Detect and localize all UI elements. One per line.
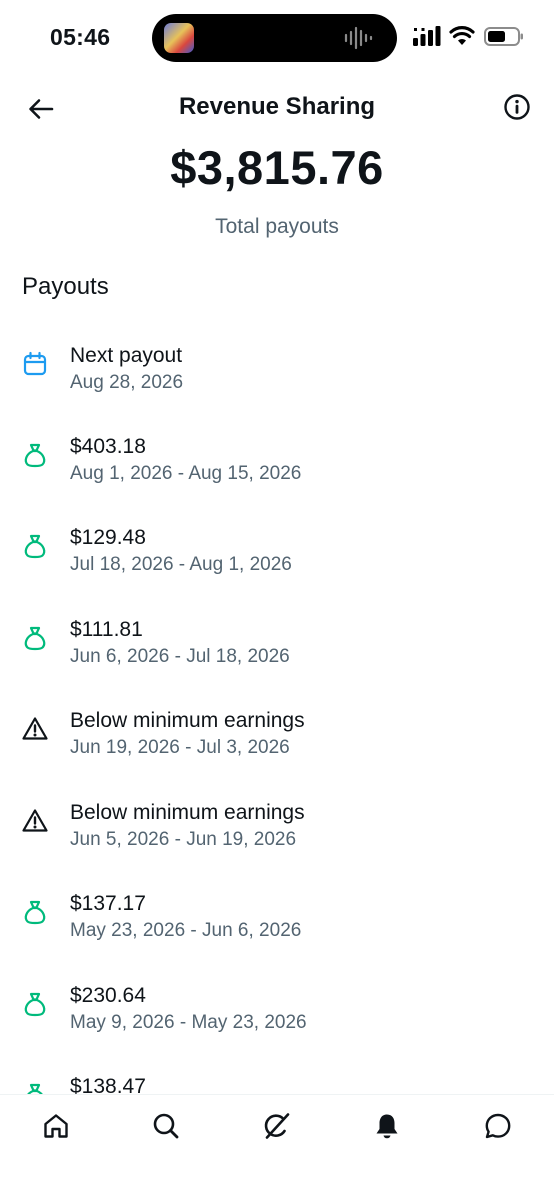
search-icon [153,1113,179,1139]
page-title: Revenue Sharing [178,93,376,120]
payout-date-range: May 9, 2026 - May 23, 2026 [70,1012,307,1033]
payouts-list: Next payout Aug 28, 2026 $403.18 Aug 1, … [0,340,554,1096]
payout-row: $230.64 May 9, 2026 - May 23, 2026 [0,980,554,1050]
status-time: 05:46 [50,24,111,50]
calendar-icon [23,351,47,376]
payout-row: $138.47 [0,1071,554,1096]
status-bar: 05:46 [0,0,554,76]
grok-icon [264,1113,290,1139]
payout-date-range: Jul 18, 2026 - Aug 1, 2026 [70,554,292,575]
battery-icon [484,27,523,46]
nav-grok[interactable] [260,1109,294,1143]
payout-row: Below minimum earnings Jun 19, 2026 - Ju… [0,705,554,775]
money-bag-icon [24,534,46,559]
audio-wave-icon [344,26,373,50]
money-bag-icon [24,443,46,468]
payout-amount: $137.17 [70,892,146,915]
total-payouts-amount: $3,815.76 [170,141,384,194]
now-playing-app-icon [164,23,194,53]
payout-date-range: Aug 1, 2026 - Aug 15, 2026 [70,463,302,484]
nav-notifications[interactable] [370,1109,404,1143]
payout-amount: $111.81 [70,618,143,641]
wifi-icon [449,26,475,45]
total-payouts-label: Total payouts [215,215,339,238]
payout-date: Aug 28, 2026 [70,372,184,393]
payout-status: Below minimum earnings [70,801,305,824]
notifications-icon [376,1114,398,1139]
warning-icon [22,809,48,832]
money-bag-icon [24,626,46,651]
payout-amount: $129.48 [70,526,146,549]
payout-status: Below minimum earnings [70,709,305,732]
cellular-signal-icon [413,26,441,46]
money-bag-icon [24,992,46,1017]
info-button[interactable] [502,92,532,122]
warning-icon [22,717,48,740]
nav-messages[interactable] [481,1109,515,1143]
payout-amount: $230.64 [70,984,146,1007]
payout-amount: $138.47 [70,1075,146,1096]
payout-row: Next payout Aug 28, 2026 [0,340,554,410]
money-bag-icon [24,900,46,925]
payout-row: Below minimum earnings Jun 5, 2026 - Jun… [0,797,554,867]
home-icon [44,1114,68,1138]
nav-search[interactable] [149,1109,183,1143]
payout-row: $403.18 Aug 1, 2026 - Aug 15, 2026 [0,431,554,501]
dynamic-island [152,14,397,62]
messages-icon [485,1113,511,1139]
payout-row: $111.81 Jun 6, 2026 - Jul 18, 2026 [0,614,554,684]
bottom-navigation [0,1094,554,1201]
payout-row: $137.17 May 23, 2026 - Jun 6, 2026 [0,888,554,958]
payout-date-range: May 23, 2026 - Jun 6, 2026 [70,920,302,941]
payout-amount: $403.18 [70,435,146,458]
payouts-section-title: Payouts [22,273,109,300]
info-icon [504,94,530,120]
nav-home[interactable] [39,1109,73,1143]
payout-date-range: Jun 19, 2026 - Jul 3, 2026 [70,737,290,758]
header: Revenue Sharing [0,80,554,136]
payout-title: Next payout [70,344,183,367]
payout-row: $129.48 Jul 18, 2026 - Aug 1, 2026 [0,522,554,592]
payout-date-range: Jun 6, 2026 - Jul 18, 2026 [70,646,290,667]
payout-date-range: Jun 5, 2026 - Jun 19, 2026 [70,829,297,850]
